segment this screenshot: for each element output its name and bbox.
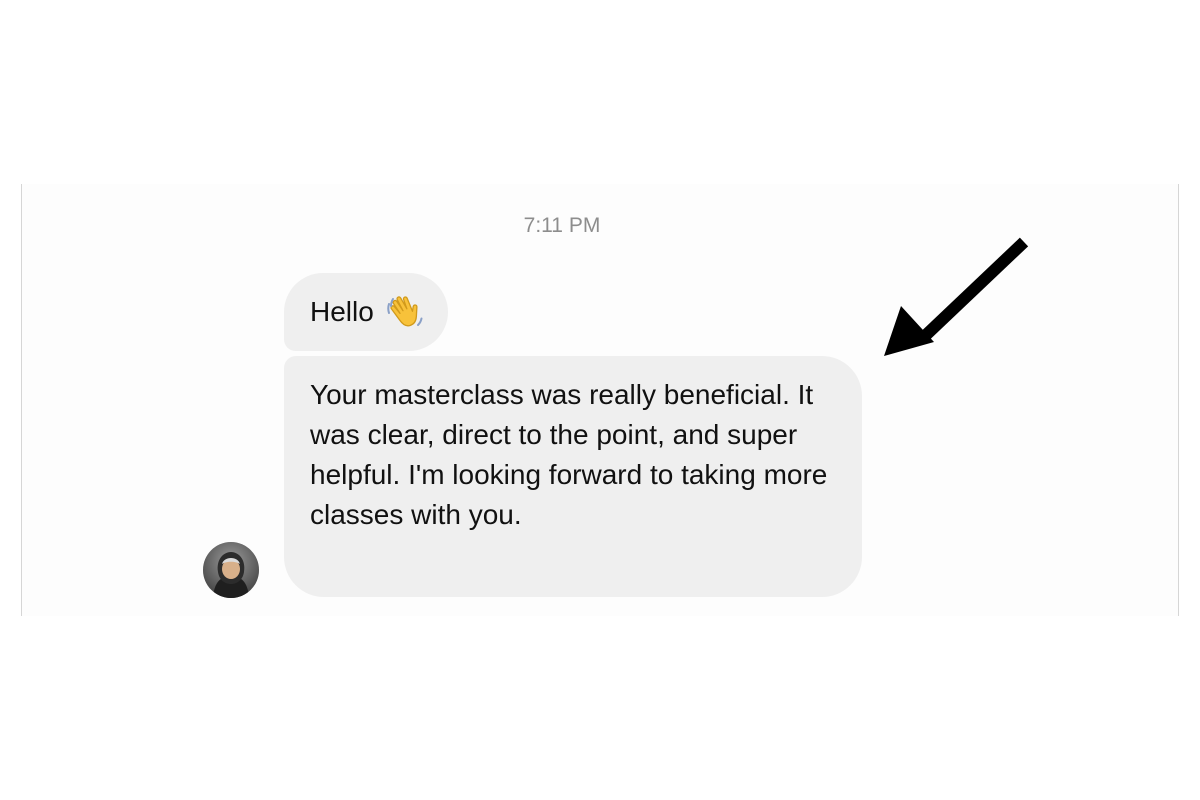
message-bubble-feedback[interactable]: Your masterclass was really beneficial. … bbox=[284, 356, 862, 597]
message-text: Hello bbox=[310, 296, 374, 327]
avatar[interactable] bbox=[203, 542, 259, 598]
message-bubble-hello[interactable]: Hello bbox=[284, 273, 448, 351]
chat-panel: 7:11 PM Hello Your masterclass was reall… bbox=[21, 184, 1179, 616]
waving-hand-icon bbox=[384, 291, 426, 333]
arrow-icon bbox=[878, 226, 1054, 376]
page: 7:11 PM Hello Your masterclass was reall… bbox=[0, 0, 1200, 800]
